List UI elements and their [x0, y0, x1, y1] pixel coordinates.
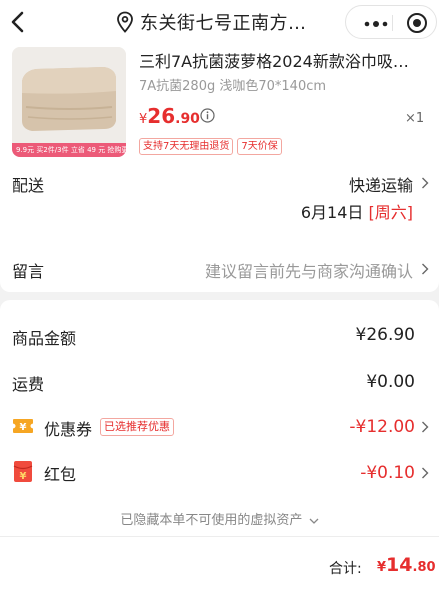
- order-item-card: 9.9元 买2件/3件 立省 49 元 抢购更多好物 三利7A抗菌菠萝格2024…: [0, 44, 439, 292]
- delivery-method[interactable]: 快递运输: [349, 172, 413, 196]
- shipping-label: 运费: [12, 375, 45, 394]
- coupon-icon: ¥: [13, 419, 33, 433]
- total-integer: 14: [386, 554, 413, 576]
- address-title[interactable]: 东关街七号正南方…: [140, 9, 307, 35]
- promo-strip: 9.9元 买2件/3件 立省 49 元 抢购更多好物: [12, 143, 126, 157]
- product-title[interactable]: 三利7A抗菌菠萝格2024新款浴巾吸…: [139, 48, 429, 72]
- total-label: 合计:: [329, 561, 362, 577]
- coupon-value[interactable]: -¥12.00: [349, 417, 415, 437]
- product-price: ¥26.90: [139, 104, 200, 128]
- red-packet-label[interactable]: 红包: [44, 461, 76, 485]
- product-spec: 7A抗菌280g 浅咖色70*140cm: [139, 79, 327, 94]
- capsule-divider: [392, 15, 393, 31]
- price-summary-card: 商品金额 ¥26.90 运费 ¥0.00 ¥ 优惠券 已选推荐优惠 -¥12.0…: [0, 300, 439, 596]
- close-circle-icon[interactable]: [406, 12, 428, 34]
- message-label: 留言: [12, 262, 45, 281]
- service-tag: 支持7天无理由退货: [139, 138, 234, 155]
- service-tags: 支持7天无理由退货 7天价保: [139, 138, 282, 155]
- total-currency: ¥: [377, 560, 387, 575]
- hidden-assets-toggle[interactable]: 已隐藏本单不可使用的虚拟资产: [0, 509, 439, 528]
- svg-text:¥: ¥: [20, 422, 27, 433]
- price-decimal: .90: [175, 111, 200, 127]
- goods-amount-label: 商品金额: [12, 329, 77, 348]
- shipping-value: ¥0.00: [366, 372, 415, 392]
- chevron-right-icon[interactable]: [421, 177, 429, 189]
- top-bar: 东关街七号正南方…: [0, 0, 439, 44]
- product-thumbnail[interactable]: 9.9元 买2件/3件 立省 49 元 抢购更多好物: [12, 47, 126, 157]
- chevron-right-icon[interactable]: [421, 263, 429, 275]
- svg-text:¥: ¥: [20, 471, 27, 482]
- goods-amount-value: ¥26.90: [355, 325, 415, 345]
- coupon-badge: 已选推荐优惠: [100, 418, 174, 436]
- mini-program-capsule: [345, 5, 437, 39]
- chevron-left-icon[interactable]: [4, 8, 32, 36]
- chevron-right-icon[interactable]: [421, 467, 429, 479]
- delivery-date-text: 6月14日: [300, 203, 364, 222]
- location-pin-icon: [117, 11, 133, 33]
- red-packet-value[interactable]: -¥0.10: [360, 463, 415, 483]
- chevron-right-icon[interactable]: [421, 421, 429, 433]
- total-decimal: .80: [412, 560, 436, 575]
- towel-image: [12, 47, 126, 143]
- total-value: ¥14.80: [377, 554, 436, 576]
- price-integer: 26: [147, 104, 176, 128]
- chevron-down-icon: [309, 518, 319, 524]
- delivery-label: 配送: [12, 176, 45, 195]
- service-tag: 7天价保: [237, 138, 282, 155]
- delivery-date[interactable]: 6月14日 [周六]: [301, 199, 413, 223]
- divider: [0, 536, 439, 537]
- message-input[interactable]: 建议留言前先与商家沟通确认: [205, 258, 413, 282]
- info-icon[interactable]: [200, 108, 215, 123]
- more-dots-icon[interactable]: [364, 21, 388, 27]
- delivery-weekday: [周六]: [368, 203, 414, 222]
- hidden-assets-text: 已隐藏本单不可使用的虚拟资产: [120, 513, 303, 528]
- coupon-label[interactable]: 优惠券: [44, 416, 92, 440]
- red-packet-icon: ¥: [13, 461, 33, 482]
- product-quantity: ×1: [405, 111, 425, 126]
